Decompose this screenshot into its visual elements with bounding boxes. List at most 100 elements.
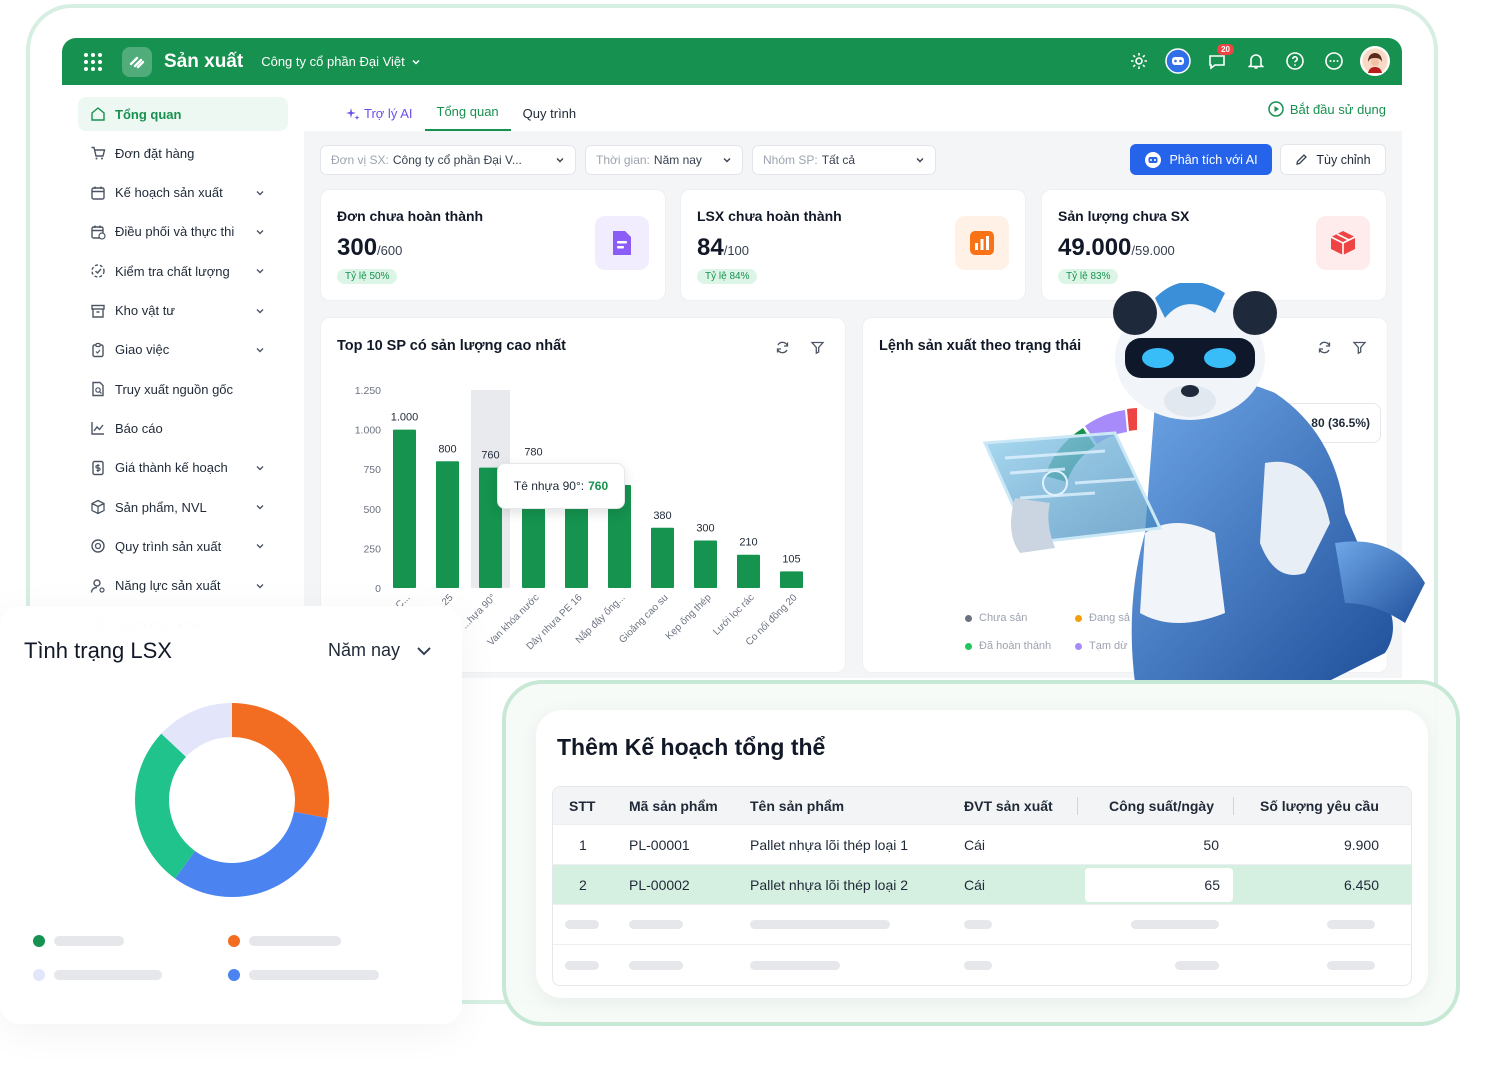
- chevron-down-icon[interactable]: [255, 306, 265, 316]
- bar-10[interactable]: [780, 571, 803, 588]
- bar-8[interactable]: [694, 540, 717, 588]
- table-row[interactable]: 1 PL-00001 Pallet nhựa lõi thép loại 1 C…: [553, 825, 1411, 865]
- stat-value: 300/600: [337, 234, 402, 262]
- skeleton-bar: [1327, 960, 1375, 970]
- chevron-down-icon[interactable]: [255, 463, 265, 473]
- column-header: Số lượng yêu cầu: [1260, 797, 1379, 814]
- donut-slice-1[interactable]: [232, 703, 329, 819]
- legend-placeholder: [54, 936, 124, 946]
- sidebar-item-3[interactable]: Kế hoạch sản xuất: [78, 176, 288, 210]
- company-name: Công ty cổ phần Đại Việt: [261, 54, 405, 69]
- sidebar-item-12[interactable]: Quy trình sản xuất: [78, 529, 288, 563]
- chevron-down-icon: [916, 158, 924, 163]
- skeleton-bar: [629, 920, 683, 929]
- sidebar-item-1[interactable]: Tổng quan: [78, 97, 288, 131]
- table-row-placeholder: [553, 905, 1411, 945]
- customize-button[interactable]: Tùy chỉnh: [1280, 144, 1386, 175]
- app-title: Sản xuất: [164, 50, 244, 72]
- column-header: Công suất/ngày: [1109, 797, 1215, 814]
- legend-placeholder: [54, 970, 162, 980]
- sidebar-item-8[interactable]: Truy xuất nguồn gốc: [78, 372, 288, 406]
- sidebar-item-label: Báo cáo: [115, 420, 163, 436]
- skeleton-bar: [964, 960, 992, 970]
- group-filter-label: Nhóm SP:: [763, 153, 818, 167]
- chat-icon[interactable]: 20: [1204, 44, 1234, 74]
- ai-bot-icon[interactable]: [1165, 48, 1191, 74]
- sidebar-item-label: Điều phối và thực thi: [115, 224, 235, 240]
- unit-filter-value: Công ty cổ phần Đại V...: [392, 153, 522, 167]
- tab-ai-label: Trợ lý AI: [364, 106, 413, 121]
- skeleton-bar: [964, 920, 992, 929]
- tab-overview[interactable]: Tổng quan: [424, 104, 511, 131]
- more-icon[interactable]: [1321, 48, 1347, 74]
- donut-slice-2[interactable]: [174, 811, 328, 897]
- bar-1[interactable]: [393, 429, 416, 588]
- sidebar-item-7[interactable]: Giao việc: [78, 333, 288, 367]
- skeleton-bar: [1327, 920, 1375, 929]
- cell-unit: Cái: [964, 876, 986, 893]
- cell-capacity: 50: [1203, 836, 1219, 853]
- analyze-ai-button[interactable]: Phân tích với AI: [1130, 144, 1272, 175]
- bar-data-label: 1.000: [391, 412, 419, 424]
- chevron-down-icon[interactable]: [255, 502, 265, 512]
- bar-data-label: 300: [696, 522, 714, 534]
- sidebar-item-label: Sản phẩm, NVL: [115, 499, 207, 515]
- column-header: Tên sản phẩm: [750, 797, 845, 814]
- chevron-down-icon[interactable]: [255, 581, 265, 591]
- chevron-down-icon[interactable]: [255, 227, 265, 237]
- unit-filter[interactable]: Đơn vị SX: Công ty cổ phần Đại V...: [320, 145, 576, 175]
- table-row-selected[interactable]: 2 PL-00002 Pallet nhựa lõi thép loại 2 C…: [553, 865, 1411, 905]
- sidebar-item-label: Kho vật tư: [115, 303, 176, 318]
- bar-data-label: 105: [782, 553, 800, 565]
- sidebar-item-4[interactable]: Điều phối và thực thi: [78, 215, 288, 249]
- app-logo-icon: [122, 46, 152, 77]
- x-category-label: ...hựa 90°: [460, 592, 499, 631]
- chevron-down-icon[interactable]: [255, 345, 265, 355]
- chevron-down-icon[interactable]: [255, 266, 265, 276]
- user-gear-icon: [90, 578, 105, 593]
- start-using-link[interactable]: Bắt đầu sử dụng: [1268, 101, 1386, 117]
- y-tick-label: 250: [363, 543, 381, 555]
- bar-9[interactable]: [737, 554, 760, 588]
- sidebar-item-10[interactable]: Giá thành kế hoạch: [78, 451, 288, 485]
- app-launcher-icon[interactable]: [84, 52, 102, 71]
- dollar-doc-icon: [92, 460, 104, 475]
- capacity-input[interactable]: 65: [1085, 868, 1233, 902]
- time-filter[interactable]: Thời gian: Năm nay: [585, 145, 743, 175]
- help-icon[interactable]: [1282, 48, 1308, 74]
- sidebar-item-2[interactable]: Đơn đặt hàng: [78, 136, 288, 170]
- cell-qty: 9.900: [1343, 836, 1379, 853]
- lsx-donut-chart: [135, 703, 329, 897]
- period-value: Năm nay: [328, 640, 401, 660]
- user-avatar[interactable]: [1360, 46, 1390, 76]
- sidebar-item-9[interactable]: Báo cáo: [78, 411, 288, 445]
- tooltip-label: Tê nhựa 90°:: [513, 479, 585, 493]
- chevron-down-icon[interactable]: [255, 541, 265, 551]
- cell-name: Pallet nhựa lõi thép loại 1: [750, 836, 909, 853]
- table-row-placeholder: [553, 945, 1411, 985]
- clipboard-icon: [92, 342, 104, 357]
- bell-icon[interactable]: [1243, 48, 1269, 74]
- chat-badge: 20: [1217, 44, 1234, 55]
- sidebar-item-11[interactable]: Sản phẩm, NVL: [78, 490, 288, 524]
- bar-7[interactable]: [651, 527, 674, 588]
- sparkle-icon: [346, 107, 360, 120]
- company-selector[interactable]: Công ty cổ phần Đại Việt: [261, 54, 421, 69]
- settings-icon[interactable]: [1126, 48, 1152, 74]
- sidebar-item-6[interactable]: Kho vật tư: [78, 294, 288, 328]
- sidebar-item-label: Năng lực sản xuất: [115, 578, 221, 594]
- tab-ai-assistant[interactable]: Trợ lý AI: [334, 106, 425, 131]
- cell-code: PL-00002: [629, 876, 690, 893]
- plan-panel: Thêm Kế hoạch tổng thể STT Mã sản phẩm T…: [502, 680, 1460, 1026]
- stat-rate: Tỷ lệ 50%: [337, 269, 398, 284]
- period-selector[interactable]: Năm nay: [328, 640, 432, 661]
- tab-process[interactable]: Quy trình: [511, 106, 588, 131]
- top-bar: Sản xuất Công ty cổ phần Đại Việt 20: [62, 38, 1402, 85]
- chevron-down-icon[interactable]: [255, 188, 265, 198]
- cube-icon: [1316, 216, 1370, 270]
- sidebar-item-5[interactable]: Kiểm tra chất lượng: [78, 254, 288, 288]
- sidebar-item-label: Giá thành kế hoạch: [115, 460, 228, 476]
- sidebar-item-13[interactable]: Năng lực sản xuất: [78, 569, 288, 603]
- group-filter[interactable]: Nhóm SP: Tất cả: [752, 145, 936, 175]
- bar-2[interactable]: [436, 461, 459, 588]
